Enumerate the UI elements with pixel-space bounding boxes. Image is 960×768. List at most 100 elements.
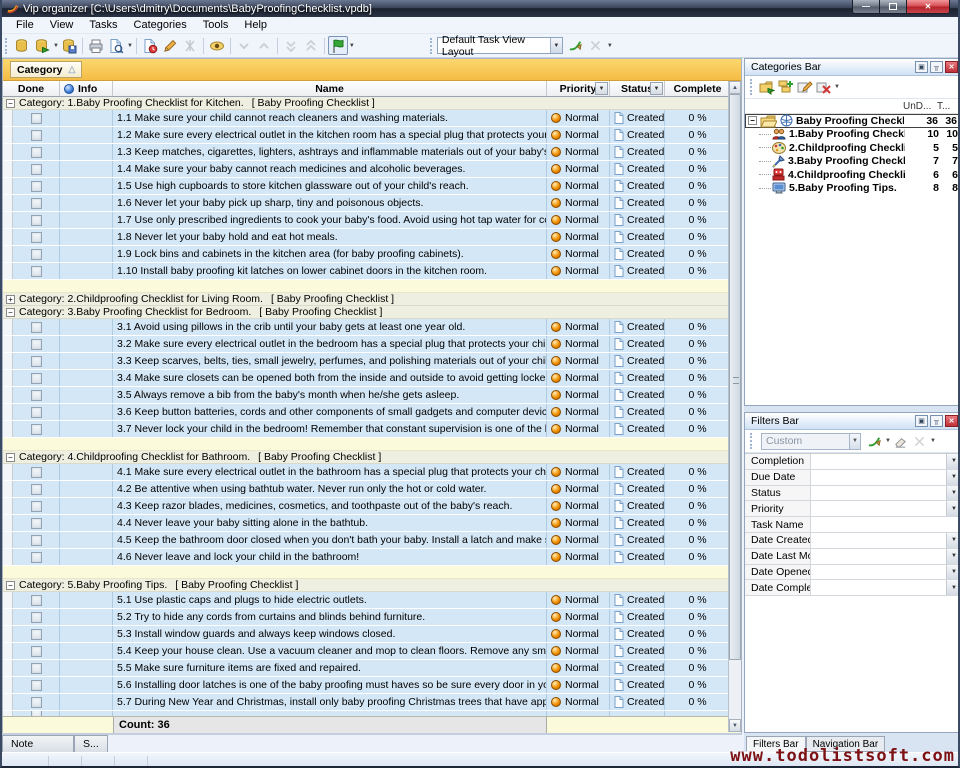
done-checkbox[interactable] — [31, 232, 42, 243]
menu-item-file[interactable]: File — [8, 18, 42, 32]
done-checkbox[interactable] — [31, 663, 42, 674]
status-filter-icon[interactable]: ▼ — [650, 82, 663, 95]
done-checkbox[interactable] — [31, 552, 42, 563]
filter-value[interactable] — [811, 565, 946, 580]
done-checkbox[interactable] — [31, 322, 42, 333]
category-group-header[interactable]: − Category: 3.Baby Proofing Checklist fo… — [3, 306, 741, 319]
column-header-status[interactable]: Status ▼ — [610, 81, 665, 96]
category-group-header[interactable]: − Category: 5.Baby Proofing Tips. [ Baby… — [3, 579, 741, 592]
collapse-icon[interactable]: − — [6, 99, 15, 108]
chevron-down-icon[interactable]: ▼ — [550, 38, 562, 53]
open-database-icon[interactable] — [32, 36, 52, 55]
column-header-undone[interactable]: UnD... — [903, 101, 937, 112]
close-panel-icon[interactable]: ✕ — [945, 415, 958, 427]
chevron-down-icon[interactable]: ▼ — [849, 434, 860, 449]
collapse-icon[interactable]: − — [6, 453, 15, 462]
task-row[interactable]: 5.2 Try to hide any cords from curtains … — [3, 609, 741, 626]
new-task-icon[interactable] — [140, 36, 160, 55]
toolbar-overflow-icon[interactable]: ▼ — [834, 84, 840, 90]
task-row[interactable]: 5.1 Use plastic caps and plugs to hide e… — [3, 592, 741, 609]
delete-layout-icon[interactable] — [586, 36, 606, 55]
view-icon[interactable] — [207, 36, 227, 55]
task-row[interactable]: 1.4 Make sure your baby cannot reach med… — [3, 161, 741, 178]
tree-item[interactable]: 5.Baby Proofing Tips. 8 8 — [745, 182, 960, 196]
filter-value[interactable] — [811, 501, 946, 516]
collapse-icon[interactable]: − — [6, 581, 15, 590]
filter-value[interactable] — [811, 486, 946, 501]
task-view-layout-select[interactable]: Default Task View Layout ▼ — [437, 37, 563, 54]
done-checkbox[interactable] — [31, 484, 42, 495]
done-checkbox[interactable] — [31, 646, 42, 657]
done-checkbox[interactable] — [31, 373, 42, 384]
apply-layout-icon[interactable] — [566, 36, 586, 55]
pin-panel-icon[interactable]: ╥ — [930, 61, 943, 73]
move-down-icon[interactable] — [234, 36, 254, 55]
done-checkbox[interactable] — [31, 181, 42, 192]
maximize-button[interactable] — [880, 0, 907, 14]
task-row[interactable]: 5.3 Install window guards and always kee… — [3, 626, 741, 643]
filter-dropdown-icon[interactable]: ▼ — [946, 454, 960, 469]
filter-dropdown-icon[interactable]: ▼ — [946, 470, 960, 485]
print-icon[interactable] — [86, 36, 106, 55]
chevron-down-icon[interactable]: ▼ — [349, 43, 355, 49]
tree-item-root[interactable]: − Baby Proofing Checklist 36 36 — [745, 114, 960, 128]
task-row[interactable]: 5.5 Make sure furniture items are fixed … — [3, 660, 741, 677]
pin-panel-icon[interactable]: ╥ — [930, 415, 943, 427]
done-checkbox[interactable] — [31, 680, 42, 691]
scroll-down-icon[interactable]: ▼ — [729, 719, 741, 732]
move-to-bottom-icon[interactable] — [281, 36, 301, 55]
delete-category-icon[interactable] — [814, 78, 833, 96]
tree-item[interactable]: 2.Childproofing Checklist for 5 5 — [745, 141, 960, 155]
done-checkbox[interactable] — [31, 535, 42, 546]
float-panel-icon[interactable]: ▣ — [915, 61, 928, 73]
done-checkbox[interactable] — [31, 339, 42, 350]
menu-item-help[interactable]: Help — [236, 18, 275, 32]
task-row[interactable]: 4.5 Keep the bathroom door closed when y… — [3, 532, 741, 549]
grid-scrollbar[interactable]: ▲ ▼ — [728, 81, 741, 732]
print-preview-icon[interactable] — [106, 36, 126, 55]
filter-preset-select[interactable]: Custom ▼ — [761, 433, 861, 450]
done-checkbox[interactable] — [31, 266, 42, 277]
task-row[interactable]: 3.4 Make sure closets can be opened both… — [3, 370, 741, 387]
done-checkbox[interactable] — [31, 390, 42, 401]
task-row[interactable]: 4.4 Never leave your baby sitting alone … — [3, 515, 741, 532]
filter-dropdown-icon[interactable]: ▼ — [946, 533, 960, 548]
filter-flag-icon[interactable] — [328, 36, 348, 55]
filter-value[interactable] — [811, 517, 960, 532]
new-subcategory-icon[interactable] — [776, 78, 795, 96]
done-checkbox[interactable] — [31, 612, 42, 623]
task-row[interactable]: 3.6 Keep button batteries, cords and oth… — [3, 404, 741, 421]
task-row[interactable]: 4.2 Be attentive when using bathtub wate… — [3, 481, 741, 498]
note-panel-tab[interactable]: Note — [2, 735, 74, 752]
new-database-icon[interactable] — [12, 36, 32, 55]
tree-item[interactable]: 3.Baby Proofing Checklist fo 7 7 — [745, 155, 960, 169]
edit-category-icon[interactable] — [795, 78, 814, 96]
filter-value[interactable] — [811, 454, 946, 469]
close-button[interactable]: ✕ — [907, 0, 950, 14]
scroll-up-icon[interactable]: ▲ — [729, 81, 741, 94]
task-row-partial[interactable] — [3, 711, 741, 716]
new-category-icon[interactable] — [757, 78, 776, 96]
column-header-info[interactable]: Info — [60, 81, 113, 96]
scrollbar-thumb[interactable] — [729, 94, 741, 660]
done-checkbox[interactable] — [31, 595, 42, 606]
task-row[interactable]: 1.10 Install baby proofing kit latches o… — [3, 263, 741, 280]
task-row[interactable]: 1.6 Never let your baby pick up sharp, t… — [3, 195, 741, 212]
task-row[interactable]: 3.2 Make sure every electrical outlet in… — [3, 336, 741, 353]
done-checkbox[interactable] — [31, 147, 42, 158]
column-header-complete[interactable]: Complete — [665, 81, 730, 96]
done-checkbox[interactable] — [31, 424, 42, 435]
tree-item[interactable]: 1.Baby Proofing Checklist fo 10 10 — [745, 128, 960, 142]
done-checkbox[interactable] — [31, 249, 42, 260]
task-row[interactable]: 4.6 Never leave and lock your child in t… — [3, 549, 741, 566]
clear-filter-icon[interactable] — [891, 432, 910, 450]
task-row[interactable]: 1.9 Lock bins and cabinets in the kitche… — [3, 246, 741, 263]
task-row[interactable]: 3.7 Never lock your child in the bedroom… — [3, 421, 741, 438]
chevron-down-icon[interactable]: ▼ — [127, 43, 133, 49]
menu-item-tools[interactable]: Tools — [195, 18, 237, 32]
delete-filter-icon[interactable] — [910, 432, 929, 450]
filter-dropdown-icon[interactable]: ▼ — [946, 501, 960, 516]
column-header-name[interactable]: Name — [113, 81, 547, 96]
expand-icon[interactable]: + — [6, 295, 15, 304]
category-group-header[interactable]: − Category: 1.Baby Proofing Checklist fo… — [3, 97, 741, 110]
